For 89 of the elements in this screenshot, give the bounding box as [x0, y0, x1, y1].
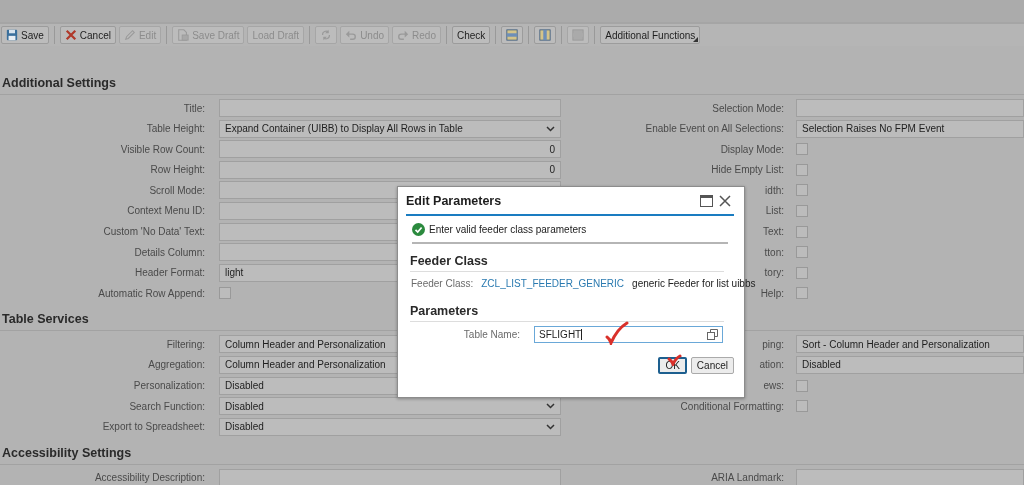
- field-label: Conditional Formatting:: [680, 400, 784, 412]
- success-icon: [412, 222, 425, 236]
- corner-arrow-icon: [693, 37, 699, 42]
- input-field[interactable]: [219, 99, 561, 117]
- field-label: tory:: [764, 267, 784, 279]
- input-field[interactable]: [219, 468, 561, 485]
- input-field[interactable]: [796, 468, 1024, 485]
- checkbox[interactable]: [219, 287, 231, 300]
- field-label: Table Height:: [146, 123, 205, 135]
- field-label: ation:: [759, 359, 784, 371]
- field-label: List:: [765, 205, 784, 217]
- checkbox[interactable]: [796, 287, 808, 300]
- field-label: idth:: [765, 184, 784, 196]
- field-label: Header Format:: [134, 267, 205, 279]
- pencil-icon: [123, 29, 136, 41]
- field-label: Row Height:: [150, 164, 205, 176]
- checkbox[interactable]: [796, 379, 808, 392]
- check-mark-drawing: [605, 321, 629, 345]
- field-label: Filtering:: [166, 338, 205, 350]
- field-label: Selection Mode:: [712, 102, 784, 114]
- checkbox[interactable]: [796, 143, 808, 156]
- icon-button[interactable]: [501, 26, 524, 44]
- field-label: Title:: [183, 102, 205, 114]
- close-button[interactable]: [716, 194, 734, 207]
- section-heading: Accessibility Settings: [0, 445, 1024, 465]
- field-label: Text:: [762, 226, 784, 238]
- field-label: Context Menu ID:: [127, 205, 205, 217]
- maximize-button[interactable]: [697, 194, 716, 207]
- redo-icon: [397, 29, 410, 41]
- save-icon: [6, 29, 18, 41]
- chevron-down-icon: [546, 403, 555, 410]
- input-field[interactable]: SFLIGHT: [534, 325, 723, 343]
- close-icon: [64, 29, 77, 41]
- toolbar-button[interactable]: Save: [1, 26, 49, 44]
- field-label: Visible Row Count:: [120, 143, 205, 155]
- dialog-title: Edit Parameters: [406, 193, 502, 208]
- message-text: Enter valid feeder class parameters: [429, 223, 587, 235]
- layout-icon: [506, 29, 519, 41]
- input-field[interactable]: Selection Raises No FPM Event: [796, 119, 1024, 138]
- document-icon: [177, 29, 190, 41]
- checkbox[interactable]: [796, 225, 808, 238]
- maximize-icon: [700, 194, 713, 207]
- field-label: Aggregation:: [148, 359, 205, 371]
- field-label: Scroll Mode:: [149, 184, 205, 196]
- field-label: Details Column:: [134, 246, 205, 258]
- checkbox[interactable]: [796, 266, 808, 279]
- layout-icon: [539, 29, 552, 41]
- description-text: generic Feeder for list uibbs: [632, 277, 756, 289]
- chevron-down-icon: [546, 125, 555, 132]
- section-heading: Additional Settings: [0, 76, 1024, 95]
- value-help-icon: [707, 328, 718, 340]
- checkbox[interactable]: [796, 204, 808, 217]
- field-label: ping:: [762, 338, 784, 350]
- input-field[interactable]: [796, 99, 1024, 117]
- undo-icon: [345, 29, 358, 41]
- field-label: Accessibility Description:: [94, 472, 205, 484]
- input-field[interactable]: Sort - Column Header and Personalization: [796, 335, 1024, 354]
- section-heading: Feeder Class: [410, 254, 724, 272]
- refresh-icon: [320, 29, 333, 41]
- field-label: tton:: [764, 246, 784, 258]
- checkbox[interactable]: [796, 184, 808, 197]
- toolbar-button[interactable]: Cancel: [59, 26, 116, 44]
- checkbox[interactable]: [796, 400, 808, 413]
- dropdown[interactable]: Disabled: [219, 417, 561, 436]
- field-label: Hide Empty List:: [711, 164, 784, 176]
- dropdown[interactable]: Disabled: [219, 397, 561, 416]
- menu-button[interactable]: Additional Functions: [600, 26, 701, 44]
- field-label: Personalization:: [133, 380, 205, 392]
- checkbox[interactable]: [796, 163, 808, 176]
- toolbar-button[interactable]: Check: [451, 26, 491, 44]
- field-label: Enable Event on All Selections:: [645, 123, 784, 135]
- field-label: Export to Spreadsheet:: [102, 421, 205, 433]
- input-field[interactable]: 0: [219, 140, 561, 159]
- field-label: ews:: [763, 380, 784, 392]
- field-label: Automatic Row Append:: [98, 287, 205, 299]
- input-field[interactable]: 0: [219, 160, 561, 179]
- dropdown[interactable]: Expand Container (UIBB) to Display All Rows in Table: [219, 119, 561, 138]
- close-icon: [719, 194, 731, 207]
- checkbox[interactable]: [796, 246, 808, 259]
- field-label: Search Function:: [129, 400, 205, 412]
- cancel-button[interactable]: Cancel: [690, 357, 734, 374]
- layout-icon: [572, 29, 585, 41]
- input-field[interactable]: Disabled: [796, 355, 1024, 374]
- field-label: Help:: [760, 287, 784, 299]
- chevron-down-icon: [546, 423, 555, 430]
- field-label: ARIA Landmark:: [711, 472, 784, 484]
- field-label: Display Mode:: [720, 143, 784, 155]
- field-label: Custom 'No Data' Text:: [103, 226, 205, 238]
- icon-button[interactable]: [534, 26, 557, 44]
